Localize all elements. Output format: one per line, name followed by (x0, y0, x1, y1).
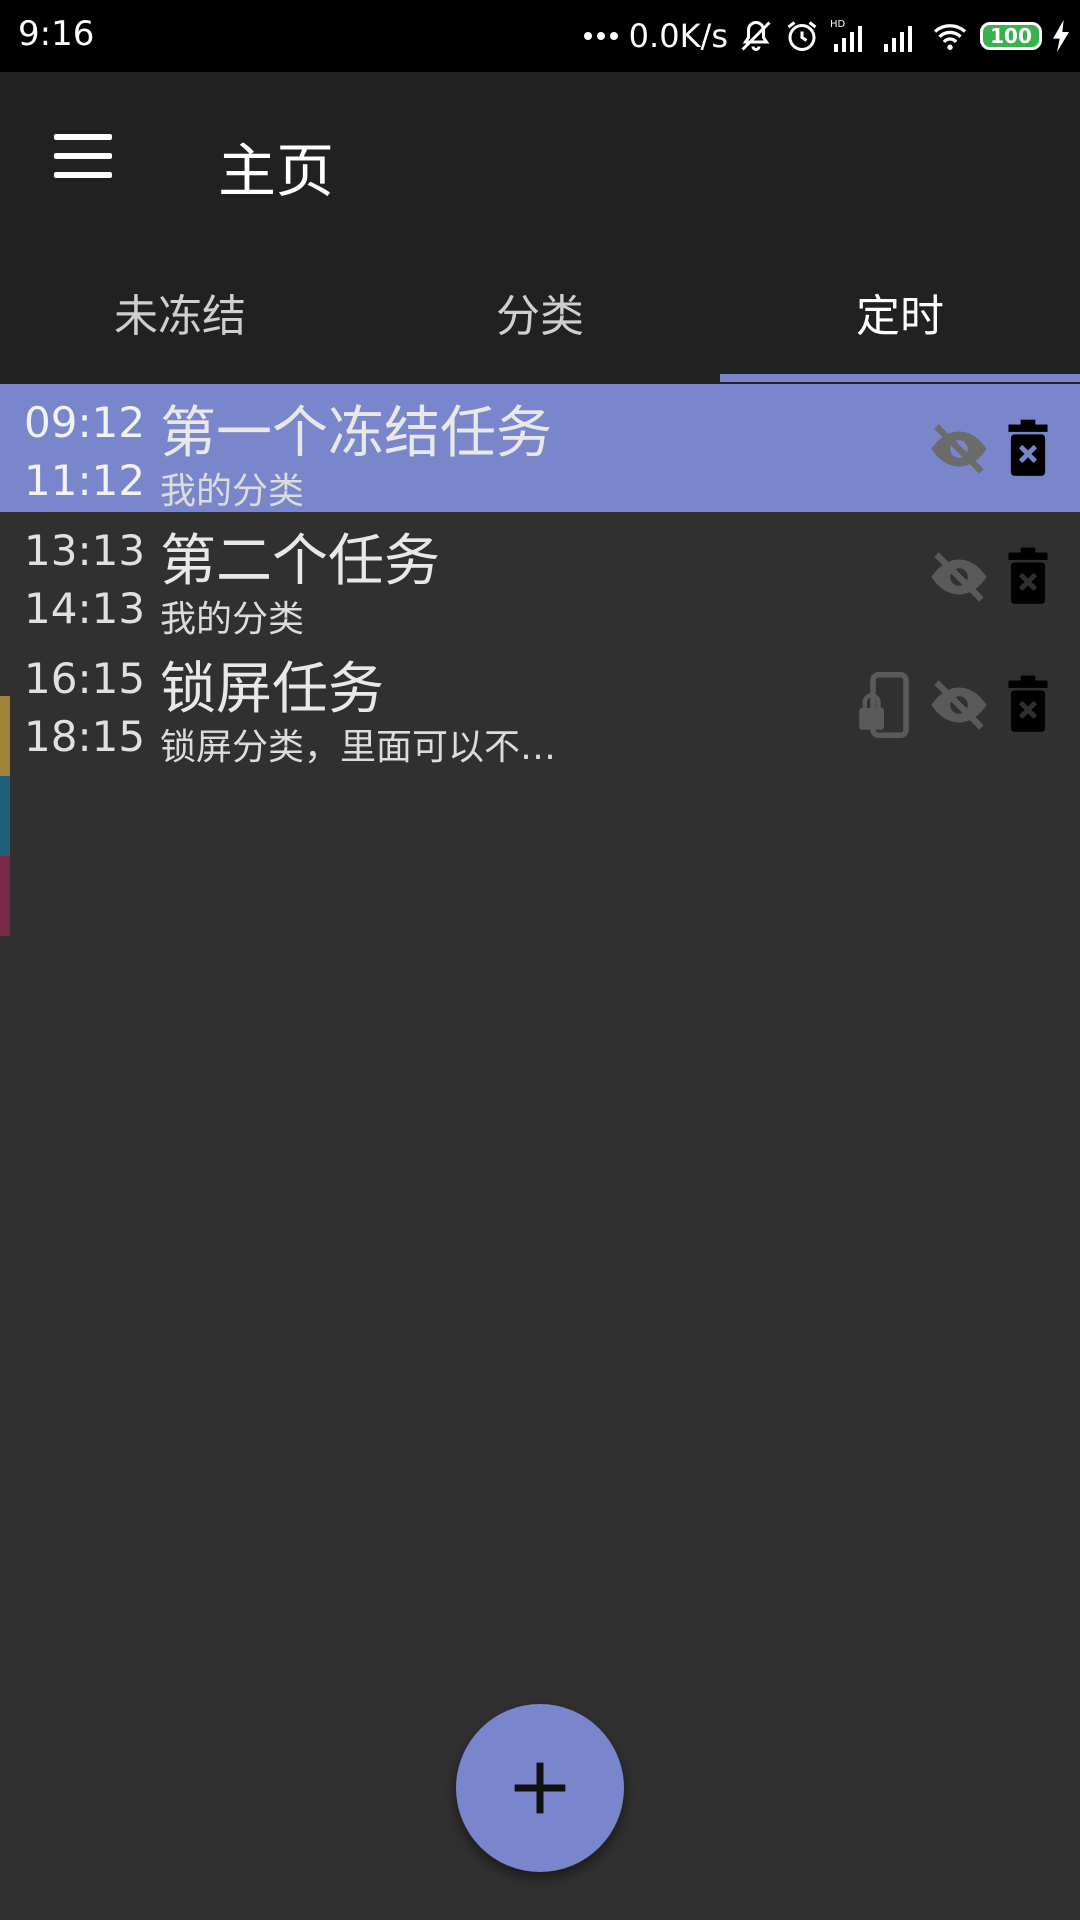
task-row[interactable]: 13:13 14:13 第二个任务 我的分类 (0, 512, 1080, 640)
task-start-time: 13:13 (24, 526, 146, 575)
task-start-time: 09:12 (24, 398, 146, 447)
plus-icon (514, 1762, 566, 1814)
app-bar: 主页 未冻结 分类 定时 (0, 72, 1080, 384)
charging-icon (1053, 20, 1069, 52)
task-times: 09:12 11:12 (24, 394, 154, 510)
alarm-icon (787, 21, 817, 51)
task-title: 第一个冻结任务 (160, 401, 552, 466)
tab-timer[interactable]: 定时 (720, 252, 1080, 382)
task-actions (926, 542, 1050, 612)
dots-icon (583, 32, 618, 40)
hidden-eye-icon[interactable] (926, 547, 992, 607)
add-task-button[interactable] (456, 1704, 624, 1872)
task-category: 我的分类 (160, 471, 305, 512)
task-times: 13:13 14:13 (24, 522, 154, 638)
network-speed: 0.0K/s (628, 17, 728, 55)
task-row[interactable]: 16:15 18:15 锁屏任务 锁屏分类，里面可以不… (0, 640, 1080, 768)
category-color-strip (0, 696, 10, 776)
tab-unfrozen[interactable]: 未冻结 (0, 252, 360, 382)
tab-category[interactable]: 分类 (360, 252, 720, 382)
task-actions (926, 414, 1050, 484)
task-end-time: 11:12 (24, 456, 146, 505)
task-title: 第二个任务 (160, 529, 440, 594)
task-category: 我的分类 (160, 599, 305, 640)
wifi-icon (933, 24, 967, 50)
task-end-time: 14:13 (24, 584, 146, 633)
svg-text:HD: HD (830, 19, 846, 30)
delete-icon[interactable] (1006, 675, 1050, 735)
task-end-time: 18:15 (24, 712, 146, 761)
page-title: 主页 (218, 137, 335, 205)
task-title: 锁屏任务 (160, 657, 384, 722)
task-start-time: 16:15 (24, 654, 146, 703)
status-time: 9:16 (18, 14, 95, 54)
status-bar: 9:16 0.0K/s HD 100 (0, 0, 1080, 72)
mute-icon (741, 20, 771, 51)
hidden-eye-icon[interactable] (926, 419, 992, 479)
signal-icon (884, 26, 912, 52)
menu-icon[interactable] (54, 134, 112, 178)
task-times: 16:15 18:15 (24, 650, 154, 766)
lock-screen-icon[interactable] (856, 672, 912, 738)
task-category: 锁屏分类，里面可以不… (160, 727, 557, 768)
battery-icon: 100 (980, 22, 1042, 50)
category-color-strip (0, 856, 10, 936)
tab-bar: 未冻结 分类 定时 (0, 252, 1080, 382)
category-color-strip (0, 776, 10, 856)
delete-icon[interactable] (1006, 419, 1050, 479)
delete-icon[interactable] (1006, 547, 1050, 607)
hd-signal-icon: HD (830, 19, 862, 52)
task-row[interactable]: 09:12 11:12 第一个冻结任务 我的分类 (0, 384, 1080, 512)
hidden-eye-icon[interactable] (926, 675, 992, 735)
task-list: 09:12 11:12 第一个冻结任务 我的分类 13:13 14:13 第二个… (0, 384, 1080, 768)
status-icons: 0.0K/s HD 100 (583, 14, 1070, 58)
task-actions (856, 670, 1050, 740)
